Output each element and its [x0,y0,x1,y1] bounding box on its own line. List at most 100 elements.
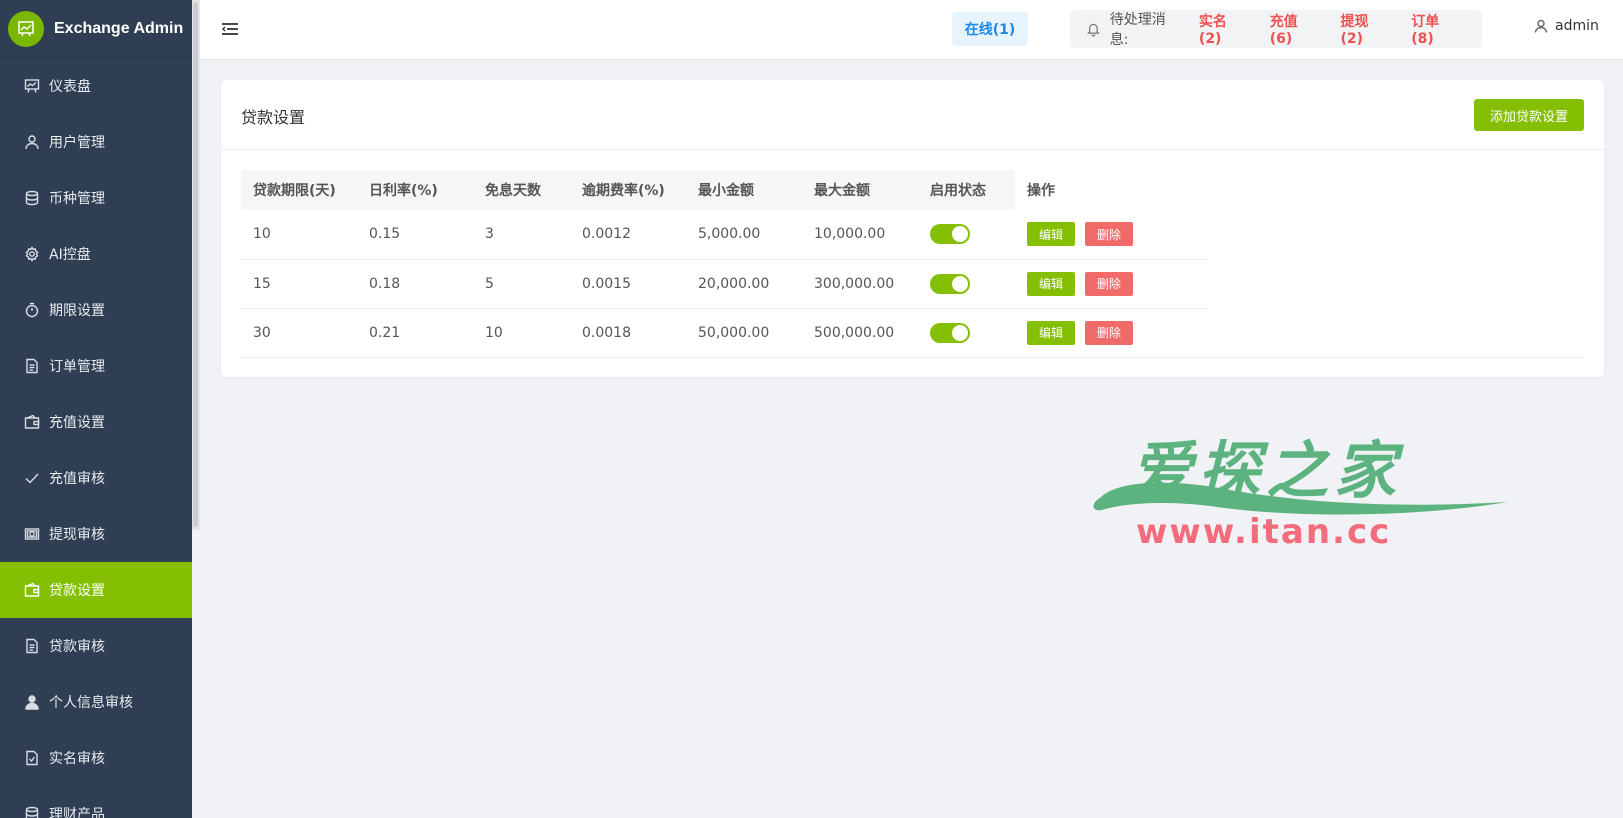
sidebar-item-0[interactable]: 仪表盘 [0,58,192,114]
edit-button[interactable]: 编辑 [1027,222,1075,247]
pending-realname-link[interactable]: 实名(2) [1199,11,1246,47]
cell-filler [1208,210,1584,259]
pending-recharge-link[interactable]: 充值(6) [1270,11,1317,47]
cell-free-days: 5 [473,259,570,309]
delete-button[interactable]: 删除 [1085,320,1133,345]
cell-actions: 编辑 删除 [1015,259,1208,309]
pending-order-link[interactable]: 订单(8) [1411,11,1458,47]
sidebar-item-8[interactable]: 提现审核 [0,506,192,562]
cell-max: 10,000.00 [802,210,918,260]
sidebar-item-label: 贷款设置 [49,583,105,599]
cell-status [918,308,1015,358]
sidebar-item-4[interactable]: 期限设置 [0,282,192,338]
sidebar-item-11[interactable]: 个人信息审核 [0,674,192,730]
table-header-row: 贷款期限(天) 日利率(%) 免息天数 逾期费率(%) 最小金额 最大金额 启用状态 操作 [241,170,1584,210]
cell-max: 300,000.00 [802,259,918,309]
money-icon [24,526,40,542]
cell-status [918,259,1015,309]
sidebar-item-12[interactable]: 实名审核 [0,730,192,786]
sidebar-item-6[interactable]: 充值设置 [0,394,192,450]
enabled-toggle[interactable] [930,224,970,245]
watermark-url: www.itan.cc [1136,512,1392,552]
cell-max: 500,000.00 [802,308,918,358]
sidebar-item-label: 期限设置 [49,303,105,319]
sidebar-item-label: 充值设置 [49,415,105,431]
cell-actions: 编辑 删除 [1015,308,1208,358]
pending-label: 待处理消息: [1109,12,1166,48]
sidebar-item-3[interactable]: AI控盘 [0,226,192,282]
table-row: 30 0.21 10 0.0018 50,000.00 500,000.00 编辑 删除 [241,308,1584,358]
sidebar-item-10[interactable]: 贷款审核 [0,618,192,674]
check-icon [24,470,40,486]
delete-button[interactable]: 删除 [1085,271,1133,296]
sidebar-item-label: 理财产品 [49,807,105,818]
sidebar: Exchange Admin 仪表盘用户管理 币种管理 AI控盘期限设置订单管理充值… [0,0,192,818]
enabled-toggle[interactable] [930,322,970,343]
cell-free-days: 10 [473,308,570,358]
cell-free-days: 3 [473,210,570,260]
sidebar-item-13[interactable]: 理财产品 [0,786,192,818]
watermark: 爱探之家 www.itan.cc [1090,420,1510,552]
document-icon [24,638,40,654]
sidebar-item-2[interactable]: 币种管理 [0,170,192,226]
user-icon [1534,19,1548,33]
online-badge[interactable]: 在线(1) [952,12,1028,46]
document-icon [24,358,40,374]
table-row: 15 0.18 5 0.0015 20,000.00 300,000.00 编辑 删除 [241,259,1584,309]
username: admin [1555,18,1599,34]
toggle-knob [952,324,968,341]
person-icon [24,694,40,710]
cell-actions: 编辑 删除 [1015,210,1208,260]
column-header: 操作 [1015,170,1208,210]
column-header: 启用状态 [918,170,1015,210]
sidebar-item-label: 仪表盘 [49,79,91,95]
sidebar-item-label: 实名审核 [49,751,105,767]
timer-icon [24,302,40,318]
enabled-toggle[interactable] [930,273,970,294]
sidebar-item-1[interactable]: 用户管理 [0,114,192,170]
logo-chart-icon [8,10,44,47]
cell-rate: 0.15 [357,210,473,260]
user-menu[interactable]: admin [1534,18,1599,34]
card-header: 贷款设置 添加贷款设置 [221,80,1604,150]
table-row: 10 0.15 3 0.0012 5,000.00 10,000.00 编辑 删除 [241,210,1584,260]
cell-overdue-rate: 0.0012 [570,210,686,260]
edit-button[interactable]: 编辑 [1027,320,1075,345]
sidebar-scrollbar-thumb[interactable] [193,2,198,527]
sidebar-item-5[interactable]: 订单管理 [0,338,192,394]
cell-min: 20,000.00 [686,259,802,309]
app-title: Exchange Admin [54,19,184,37]
loan-settings-card: 贷款设置 添加贷款设置 贷款期限(天) 日利率(%) 免息天数 逾期费率(%) 最小金额… [221,80,1604,377]
edit-button[interactable]: 编辑 [1027,271,1075,296]
cell-rate: 0.21 [357,308,473,358]
wallet-icon [24,414,40,430]
column-header: 贷款期限(天) [241,170,357,210]
logo[interactable]: Exchange Admin [0,0,192,58]
add-loan-setting-button[interactable]: 添加贷款设置 [1473,99,1584,131]
column-header: 免息天数 [473,170,570,210]
sidebar-item-label: 提现审核 [49,527,105,543]
gear-icon [24,246,40,262]
pending-notifications: 待处理消息: 实名(2) 充值(6) 提现(2) 订单(8) [1070,10,1482,48]
sidebar-menu: 仪表盘用户管理 币种管理 AI控盘期限设置订单管理充值设置充值审核提现审核贷款设置贷… [0,58,192,818]
page-title: 贷款设置 [241,108,306,127]
delete-button[interactable]: 删除 [1085,222,1133,247]
pending-withdraw-link[interactable]: 提现(2) [1340,11,1387,47]
sidebar-item-9[interactable]: 贷款设置 [0,562,192,618]
watermark-cn: 爱探之家 [1130,434,1403,507]
cell-min: 5,000.00 [686,210,802,260]
sidebar-item-label: 充值审核 [49,471,105,487]
menu-toggle-icon[interactable] [222,22,238,36]
sidebar-item-label: 贷款审核 [49,639,105,655]
cell-rate: 0.18 [357,259,473,309]
sidebar-item-7[interactable]: 充值审核 [0,450,192,506]
document-check-icon [24,750,40,766]
sidebar-item-label: 个人信息审核 [49,695,133,711]
cell-term: 30 [241,308,357,358]
column-header: 日利率(%) [357,170,473,210]
cell-min: 50,000.00 [686,308,802,358]
database-icon [24,190,40,206]
cell-term: 10 [241,210,357,260]
column-header: 最大金额 [802,170,918,210]
cell-overdue-rate: 0.0018 [570,308,686,358]
